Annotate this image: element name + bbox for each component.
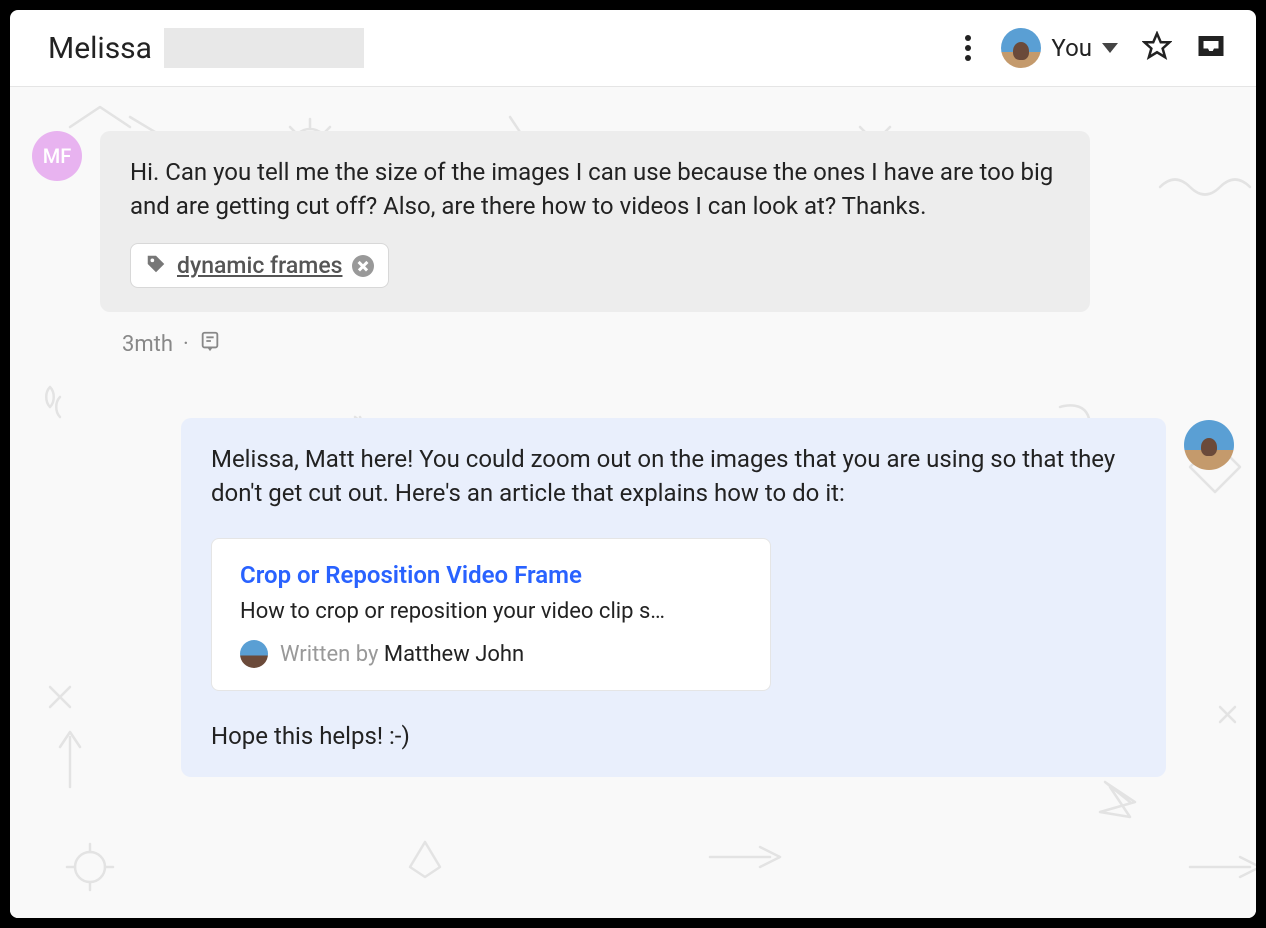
customer-name: Melissa	[48, 31, 152, 66]
message-meta: 3mth ·	[122, 330, 1234, 358]
article-card[interactable]: Crop or Reposition Video Frame How to cr…	[211, 538, 771, 691]
written-by-label: Written by	[280, 642, 384, 667]
agent-message-after: Hope this helps! :-)	[211, 719, 1136, 753]
tag-icon	[145, 253, 167, 279]
timestamp: 3mth	[122, 332, 173, 357]
note-icon[interactable]	[199, 330, 221, 358]
author-avatar	[240, 640, 268, 668]
avatar	[1001, 28, 1041, 68]
customer-avatar: MF	[32, 131, 82, 181]
agent-avatar	[1184, 420, 1234, 470]
customer-message-row: MF Hi. Can you tell me the size of the i…	[32, 131, 1234, 312]
redacted-lastname	[164, 28, 364, 68]
agent-message-row: Melissa, Matt here! You could zoom out o…	[32, 418, 1234, 777]
inbox-icon[interactable]	[1196, 31, 1226, 65]
article-title[interactable]: Crop or Reposition Video Frame	[240, 561, 742, 589]
tag-label[interactable]: dynamic frames	[177, 252, 342, 279]
assignee-label: You	[1051, 34, 1092, 62]
conversation-body: MF Hi. Can you tell me the size of the i…	[10, 87, 1256, 918]
tag-chip: dynamic frames	[130, 243, 389, 288]
article-author: Written by Matthew John	[240, 640, 742, 668]
conversation-window: Melissa You	[10, 10, 1256, 918]
header-actions: You	[959, 28, 1226, 68]
messages-list: MF Hi. Can you tell me the size of the i…	[10, 87, 1256, 777]
author-name: Matthew John	[384, 642, 524, 667]
star-icon[interactable]	[1142, 31, 1172, 65]
agent-bubble: Melissa, Matt here! You could zoom out o…	[181, 418, 1166, 777]
avatar-initials: MF	[43, 144, 72, 168]
more-icon[interactable]	[959, 29, 977, 67]
article-description: How to crop or reposition your video cli…	[240, 599, 742, 624]
conversation-title: Melissa	[48, 28, 364, 68]
close-icon[interactable]	[352, 255, 374, 277]
customer-bubble: Hi. Can you tell me the size of the imag…	[100, 131, 1090, 312]
header: Melissa You	[10, 10, 1256, 87]
chevron-down-icon	[1102, 43, 1118, 53]
agent-message-before: Melissa, Matt here! You could zoom out o…	[211, 442, 1136, 510]
assignee-selector[interactable]: You	[1001, 28, 1118, 68]
customer-message-text: Hi. Can you tell me the size of the imag…	[130, 155, 1060, 223]
meta-dot: ·	[183, 332, 189, 357]
